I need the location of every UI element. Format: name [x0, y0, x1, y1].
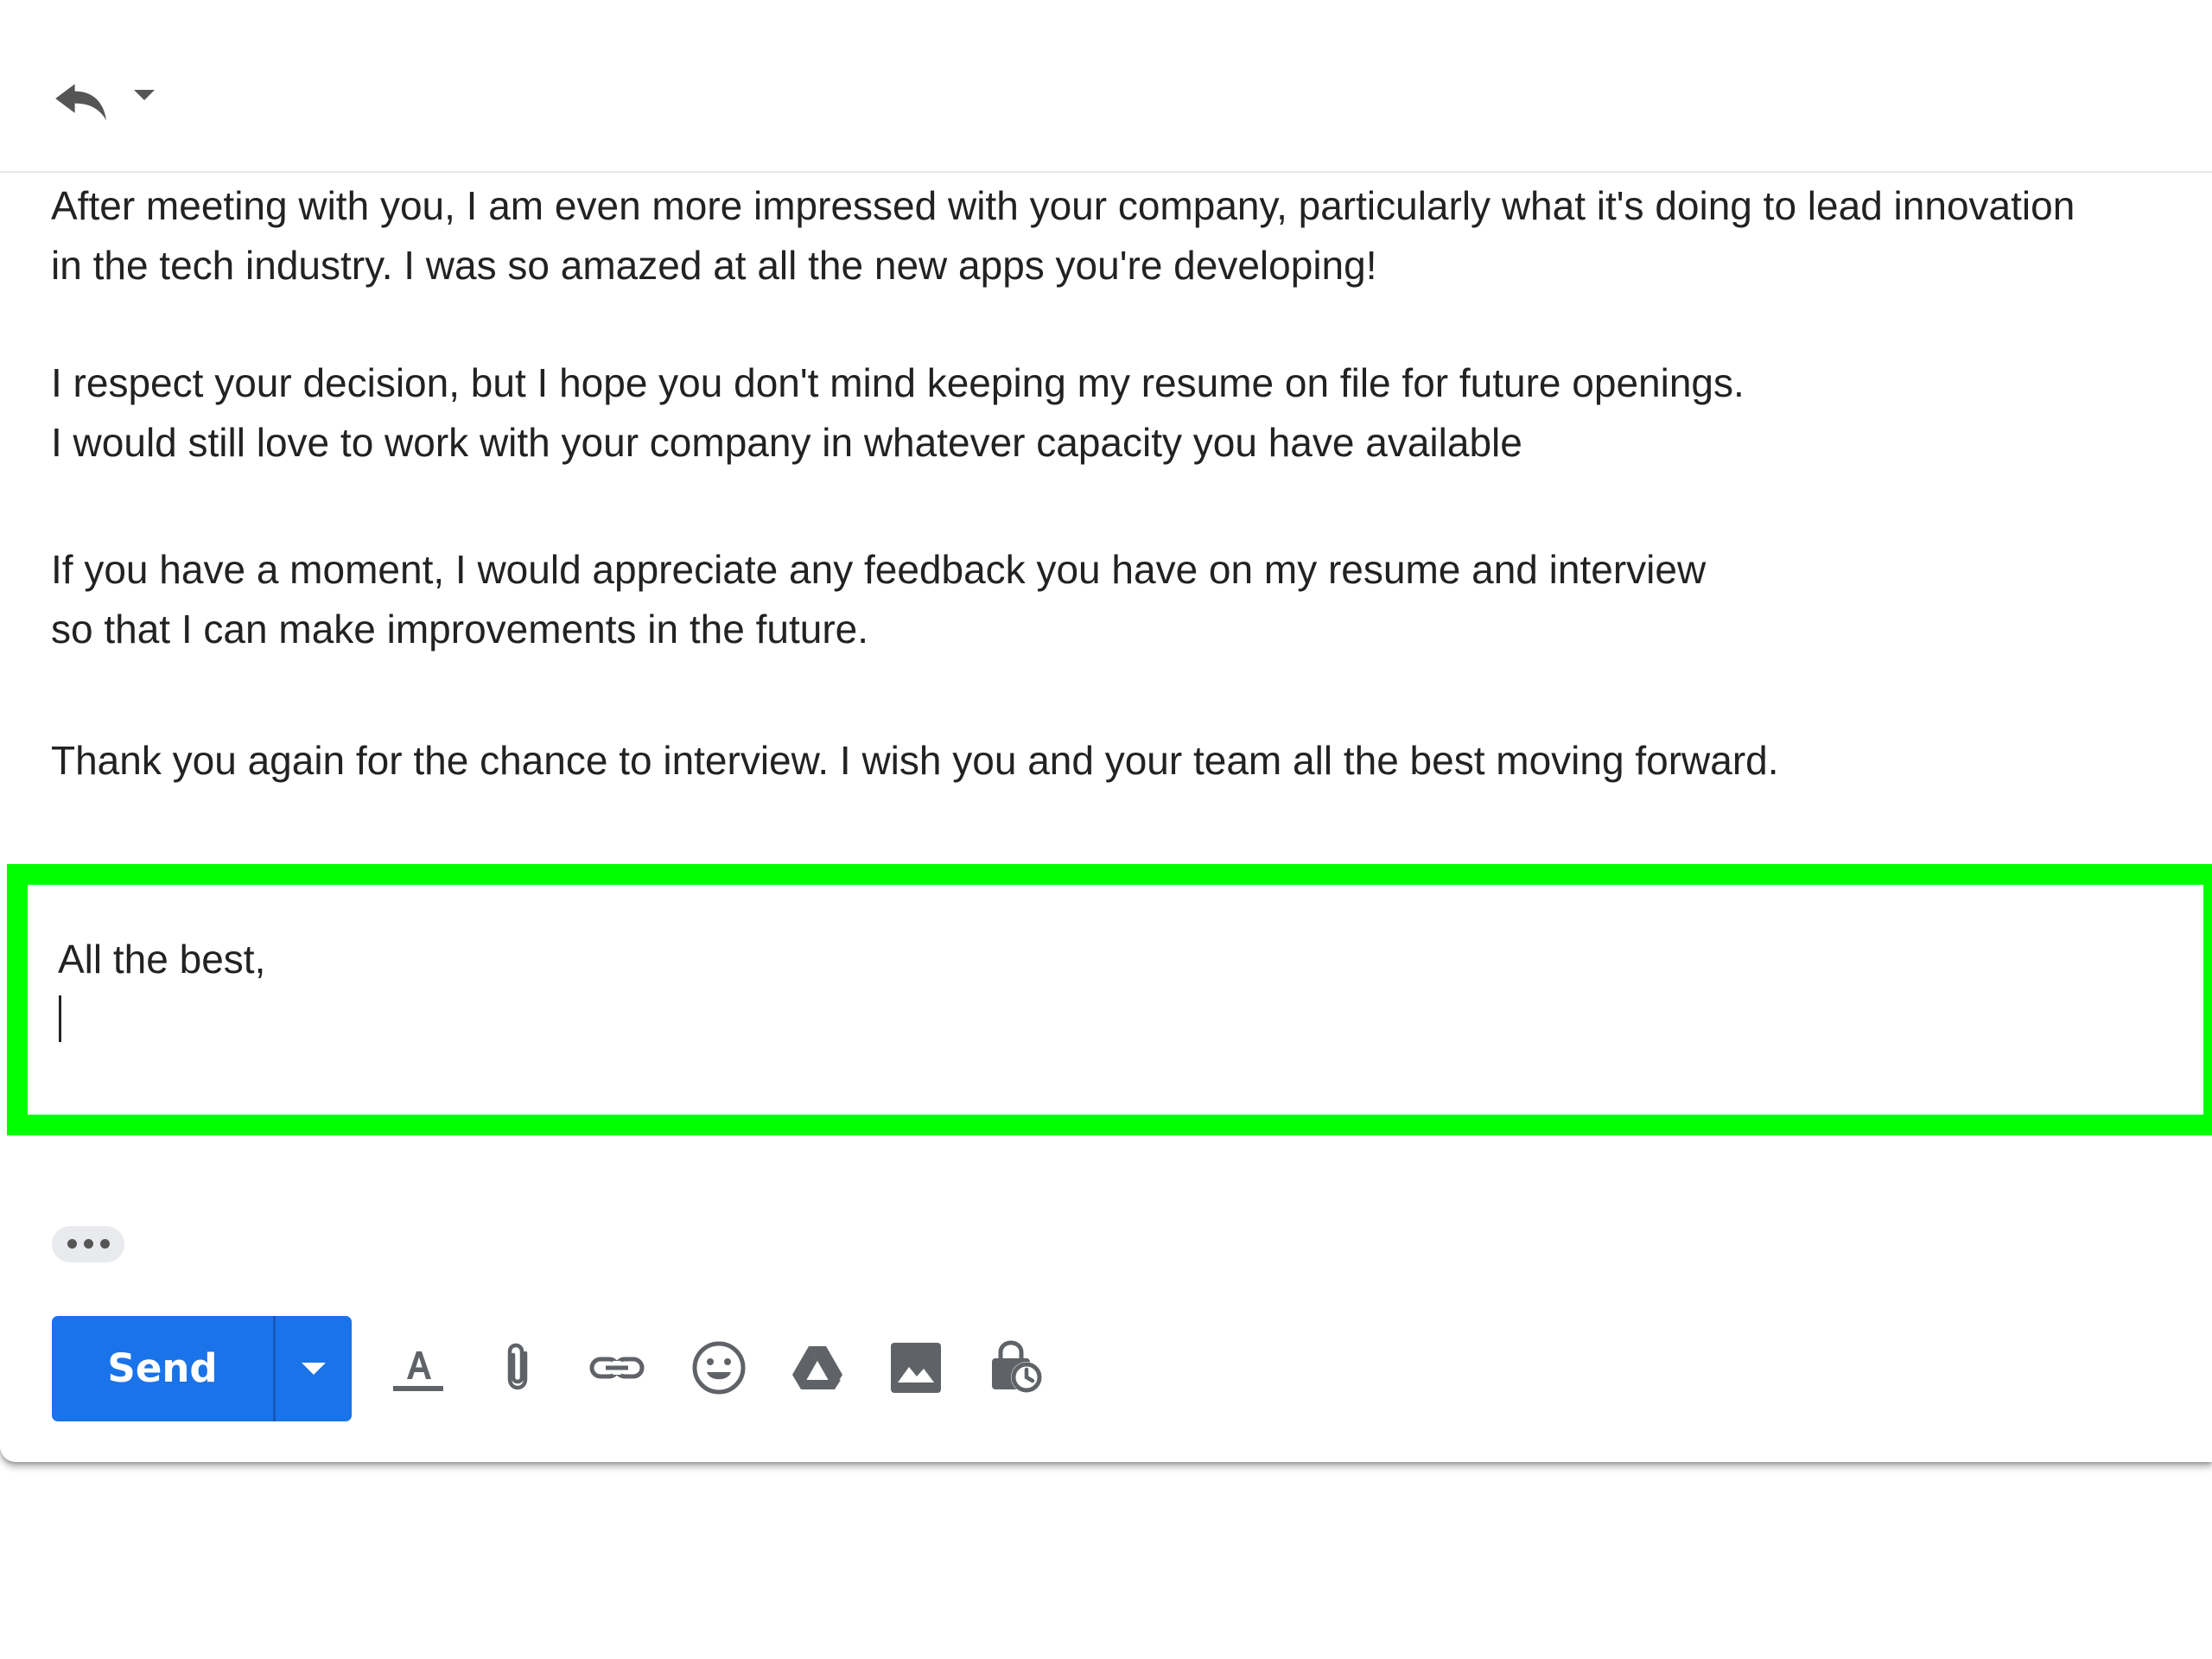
confidential-mode-icon[interactable] [985, 1338, 1046, 1398]
attach-files-icon[interactable] [489, 1338, 550, 1398]
body-paragraph: Thank you again for the chance to interv… [51, 731, 1779, 791]
body-line: in the tech industry. I was so amazed at… [51, 242, 1377, 288]
body-line: I would still love to work with your com… [51, 419, 1522, 465]
send-button-group: Send [52, 1316, 352, 1421]
body-line: If you have a moment, I would appreciate… [51, 547, 1707, 592]
more-send-options-button[interactable] [276, 1316, 352, 1421]
body-line: so that I can make improvements in the f… [51, 606, 869, 652]
signoff-text[interactable]: All the best, [58, 930, 265, 988]
formatting-options-icon[interactable] [388, 1338, 448, 1398]
body-line: After meeting with you, I am even more i… [51, 183, 2075, 228]
compose-window: After meeting with you, I am even more i… [0, 0, 2212, 1462]
ellipsis-dot [100, 1239, 110, 1249]
insert-photo-icon[interactable] [886, 1338, 946, 1398]
body-line: I respect your decision, but I hope you … [51, 360, 1745, 405]
show-trimmed-content-button[interactable] [52, 1226, 124, 1262]
reply-icon[interactable] [52, 74, 112, 123]
google-drive-icon[interactable] [787, 1338, 848, 1398]
send-button[interactable]: Send [52, 1316, 273, 1421]
ellipsis-dot [67, 1239, 77, 1249]
body-line: Thank you again for the chance to interv… [51, 738, 1779, 783]
insert-emoji-icon[interactable] [689, 1338, 749, 1398]
ellipsis-dot [84, 1239, 93, 1249]
compose-header [0, 0, 2212, 173]
body-paragraph: If you have a moment, I would appreciate… [51, 540, 1706, 658]
body-paragraph: After meeting with you, I am even more i… [51, 176, 2075, 295]
caret-down-icon [302, 1363, 326, 1375]
text-cursor [59, 995, 61, 1042]
signoff-highlight: All the best, [7, 864, 2212, 1135]
body-paragraph: I respect your decision, but I hope you … [51, 353, 1745, 472]
insert-link-icon[interactable] [587, 1338, 647, 1398]
caret-down-icon[interactable] [131, 86, 157, 104]
